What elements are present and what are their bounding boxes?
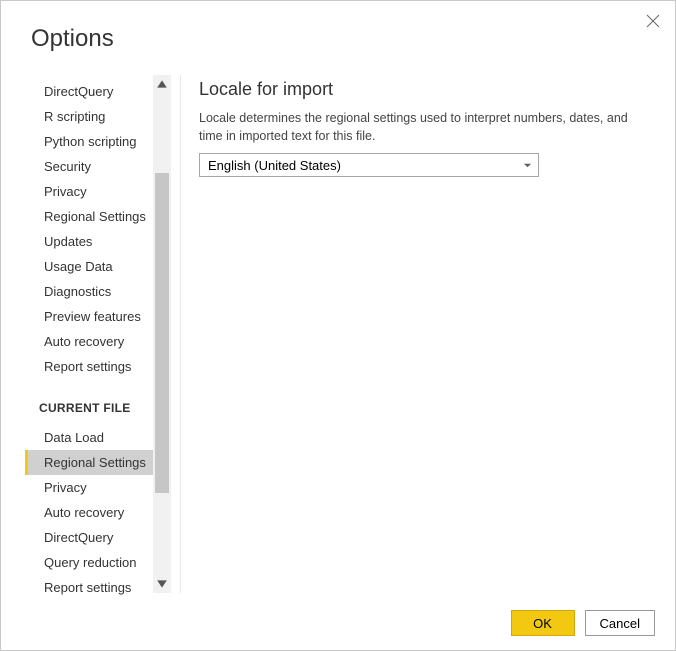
locale-description: Locale determines the regional settings … [199, 110, 639, 145]
sidebar-item-file-directquery[interactable]: DirectQuery [25, 525, 153, 550]
sidebar-item-updates[interactable]: Updates [25, 229, 153, 254]
sidebar-item-usage-data[interactable]: Usage Data [25, 254, 153, 279]
locale-heading: Locale for import [199, 79, 651, 100]
chevron-down-icon [523, 158, 532, 173]
scroll-thumb[interactable] [155, 173, 169, 493]
close-icon[interactable] [645, 13, 661, 29]
sidebar-item-report-settings[interactable]: Report settings [25, 354, 153, 379]
sidebar-item-file-auto-recovery[interactable]: Auto recovery [25, 500, 153, 525]
ok-button[interactable]: OK [511, 610, 575, 636]
sidebar-item-auto-recovery[interactable]: Auto recovery [25, 329, 153, 354]
sidebar: DirectQuery R scripting Python scripting… [25, 75, 153, 593]
sidebar-scrollbar[interactable] [153, 75, 171, 593]
sidebar-item-security[interactable]: Security [25, 154, 153, 179]
sidebar-section-header: CURRENT FILE [25, 379, 153, 425]
sidebar-item-file-data-load[interactable]: Data Load [25, 425, 153, 450]
page-title: Options [1, 1, 675, 53]
sidebar-item-file-report-settings[interactable]: Report settings [25, 575, 153, 600]
locale-dropdown[interactable]: English (United States) [199, 153, 539, 177]
scroll-up-icon[interactable] [153, 75, 171, 93]
sidebar-item-file-privacy[interactable]: Privacy [25, 475, 153, 500]
sidebar-item-r-scripting[interactable]: R scripting [25, 104, 153, 129]
scroll-down-icon[interactable] [153, 575, 171, 593]
sidebar-item-directquery[interactable]: DirectQuery [25, 79, 153, 104]
sidebar-item-diagnostics[interactable]: Diagnostics [25, 279, 153, 304]
main-panel: Locale for import Locale determines the … [181, 75, 675, 593]
sidebar-item-privacy[interactable]: Privacy [25, 179, 153, 204]
sidebar-item-file-query-reduction[interactable]: Query reduction [25, 550, 153, 575]
sidebar-item-regional-settings[interactable]: Regional Settings [25, 204, 153, 229]
locale-dropdown-value: English (United States) [208, 158, 341, 173]
cancel-button[interactable]: Cancel [585, 610, 655, 636]
sidebar-item-preview-features[interactable]: Preview features [25, 304, 153, 329]
sidebar-item-python-scripting[interactable]: Python scripting [25, 129, 153, 154]
sidebar-item-file-regional-settings[interactable]: Regional Settings [25, 450, 153, 475]
